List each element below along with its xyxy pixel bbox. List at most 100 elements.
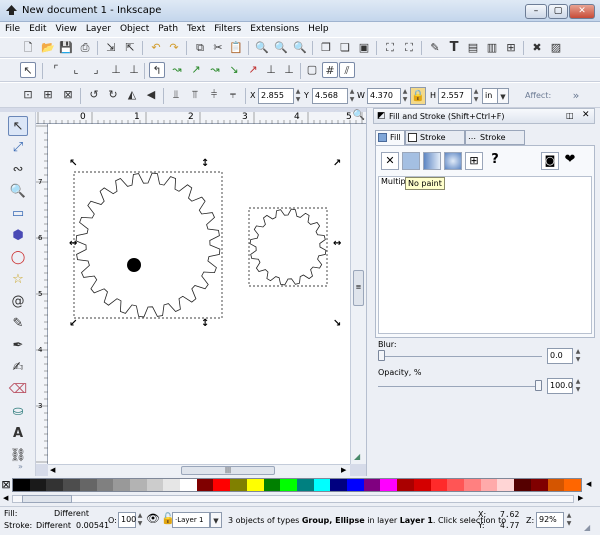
blur-input[interactable]: 0.0: [547, 348, 573, 364]
w-input[interactable]: 4.370: [367, 88, 401, 104]
vertical-scroll-thumb[interactable]: ≡: [353, 270, 364, 306]
lower-icon[interactable]: ⫪: [187, 87, 203, 103]
rotate-cw-icon[interactable]: ↻: [105, 87, 121, 103]
snap-rotation-center-icon[interactable]: ⊥: [281, 62, 297, 78]
h-spin-icon[interactable]: ▲ ▼: [472, 88, 480, 104]
palette-menu-icon[interactable]: ◀: [586, 480, 591, 488]
palette-swatch[interactable]: [96, 479, 114, 491]
palette-scroll-left-icon[interactable]: ◀: [3, 494, 8, 502]
close-button[interactable]: ✕: [569, 4, 595, 19]
dock-iconify-icon[interactable]: ◫: [566, 111, 574, 120]
zoom-corner-icon[interactable]: 🔍: [352, 110, 366, 124]
scroll-left-icon[interactable]: ◀: [50, 466, 55, 474]
new-document-icon[interactable]: 🗋: [20, 40, 36, 56]
unlink-clone-icon[interactable]: ▣: [356, 40, 372, 56]
palette-swatch[interactable]: [497, 479, 515, 491]
palette-swatch[interactable]: [363, 479, 381, 491]
fill-rule-evenodd-icon[interactable]: ◙: [541, 152, 559, 170]
menu-path[interactable]: Path: [153, 22, 182, 34]
palette-swatch[interactable]: [213, 479, 231, 491]
pen-tool-icon[interactable]: ✒: [8, 336, 28, 356]
palette-swatch[interactable]: [447, 479, 464, 491]
blur-slider-track[interactable]: [378, 356, 542, 357]
x-spin-icon[interactable]: ▲ ▼: [294, 88, 302, 104]
zoom-drawing-icon[interactable]: 🔍: [273, 40, 289, 56]
document-properties-icon[interactable]: ▨: [548, 40, 564, 56]
palette-swatch[interactable]: [63, 479, 80, 491]
preferences-icon[interactable]: ✖: [529, 40, 545, 56]
blur-spin-icon[interactable]: ▲ ▼: [574, 348, 582, 364]
opacity-input[interactable]: 100.0: [547, 378, 573, 394]
status-opacity-spin-icon[interactable]: ▲ ▼: [136, 512, 144, 528]
menu-help[interactable]: Help: [303, 22, 333, 34]
resize-grip-icon[interactable]: ◢: [584, 523, 590, 532]
lower-to-bottom-icon[interactable]: ⫫: [168, 87, 184, 103]
rotate-ccw-icon[interactable]: ↺: [86, 87, 102, 103]
palette-swatch[interactable]: [397, 479, 414, 491]
flat-color-button[interactable]: [402, 152, 420, 170]
lock-ratio-icon[interactable]: 🔒: [410, 87, 426, 105]
palette-swatch[interactable]: [146, 479, 164, 491]
horizontal-scrollbar[interactable]: ◀ ||| ▶: [48, 464, 350, 476]
palette-swatch[interactable]: [79, 479, 97, 491]
snap-guides-icon[interactable]: ⫽: [339, 62, 355, 78]
text-tool-icon[interactable]: A: [8, 424, 28, 444]
tab-stroke-style[interactable]: ⋯ Stroke style: [465, 130, 525, 155]
export-icon[interactable]: ⇱: [122, 40, 138, 56]
spiral-tool-icon[interactable]: @: [8, 292, 28, 312]
pencil-tool-icon[interactable]: ✎: [8, 314, 28, 334]
zoom-tool-icon[interactable]: 🔍: [8, 182, 28, 202]
node-tool-icon[interactable]: ⤢: [8, 138, 28, 158]
y-input[interactable]: 4.568: [312, 88, 348, 104]
palette-swatch[interactable]: [29, 479, 47, 491]
dock-close-icon[interactable]: ✕: [582, 110, 590, 120]
drawing-canvas[interactable]: ↖ ↕ ↗ ↔ ↔ ↙ ↕ ↘: [48, 124, 358, 464]
palette-swatch[interactable]: [296, 479, 314, 491]
zoom-page-icon[interactable]: 🔍: [292, 40, 308, 56]
snap-smooth-nodes-icon[interactable]: ↘: [226, 62, 242, 78]
blur-slider-thumb[interactable]: [378, 350, 385, 361]
snap-bbox-icon[interactable]: ⌜: [48, 62, 64, 78]
unit-select[interactable]: in: [482, 88, 498, 104]
pan-arrow-icon[interactable]: ◢: [354, 452, 360, 461]
h-input[interactable]: 2.557: [438, 88, 472, 104]
palette-swatch[interactable]: [129, 479, 147, 491]
select-all-icon[interactable]: ⊡: [20, 87, 36, 103]
palette-swatch[interactable]: [480, 479, 498, 491]
unset-paint-button[interactable]: ?: [486, 152, 504, 170]
select-all-layers-icon[interactable]: ⊞: [40, 87, 56, 103]
palette-swatch[interactable]: [330, 479, 348, 491]
palette-swatch[interactable]: [46, 479, 64, 491]
selection-handle[interactable]: ↔: [333, 238, 341, 249]
horizontal-scroll-thumb[interactable]: |||: [181, 466, 275, 475]
menu-extensions[interactable]: Extensions: [245, 22, 303, 34]
selection-handle[interactable]: ↔: [69, 238, 77, 249]
radial-gradient-button[interactable]: [444, 152, 462, 170]
flip-horizontal-icon[interactable]: ◭: [124, 87, 140, 103]
eraser-tool-icon[interactable]: ⌫: [8, 380, 28, 400]
duplicate-icon[interactable]: ❐: [318, 40, 334, 56]
star-tool-icon[interactable]: ☆: [8, 270, 28, 290]
layer-visibility-icon[interactable]: 👁: [146, 512, 160, 525]
layer-select[interactable]: ·Layer 1: [172, 512, 210, 528]
print-icon[interactable]: ⎙: [77, 40, 93, 56]
snap-bbox-center-icon[interactable]: ⊥: [126, 62, 142, 78]
unit-dropdown-icon[interactable]: ▼: [497, 88, 509, 104]
transform-icon[interactable]: ⊞: [503, 40, 519, 56]
selection-handle[interactable]: ↕: [201, 158, 209, 169]
ellipse-tool-icon[interactable]: ◯: [8, 248, 28, 268]
snap-bbox-corner-icon[interactable]: ⌟: [88, 62, 104, 78]
palette-swatch[interactable]: [280, 479, 297, 491]
palette-scroll-track[interactable]: [12, 495, 574, 503]
snap-page-border-icon[interactable]: ▢: [304, 62, 320, 78]
menu-file[interactable]: File: [0, 22, 24, 34]
layer-dropdown-icon[interactable]: ▼: [210, 512, 222, 528]
snap-paths-icon[interactable]: ↝: [169, 62, 185, 78]
snap-object-midpoints-icon[interactable]: ⊥: [263, 62, 279, 78]
menu-edit[interactable]: Edit: [24, 22, 50, 34]
clone-icon[interactable]: ❏: [337, 40, 353, 56]
zoom-spin-icon[interactable]: ▲ ▼: [565, 512, 573, 528]
raise-icon[interactable]: ⫩: [206, 87, 222, 103]
palette-swatch[interactable]: [246, 479, 264, 491]
save-icon[interactable]: 💾: [58, 40, 74, 56]
